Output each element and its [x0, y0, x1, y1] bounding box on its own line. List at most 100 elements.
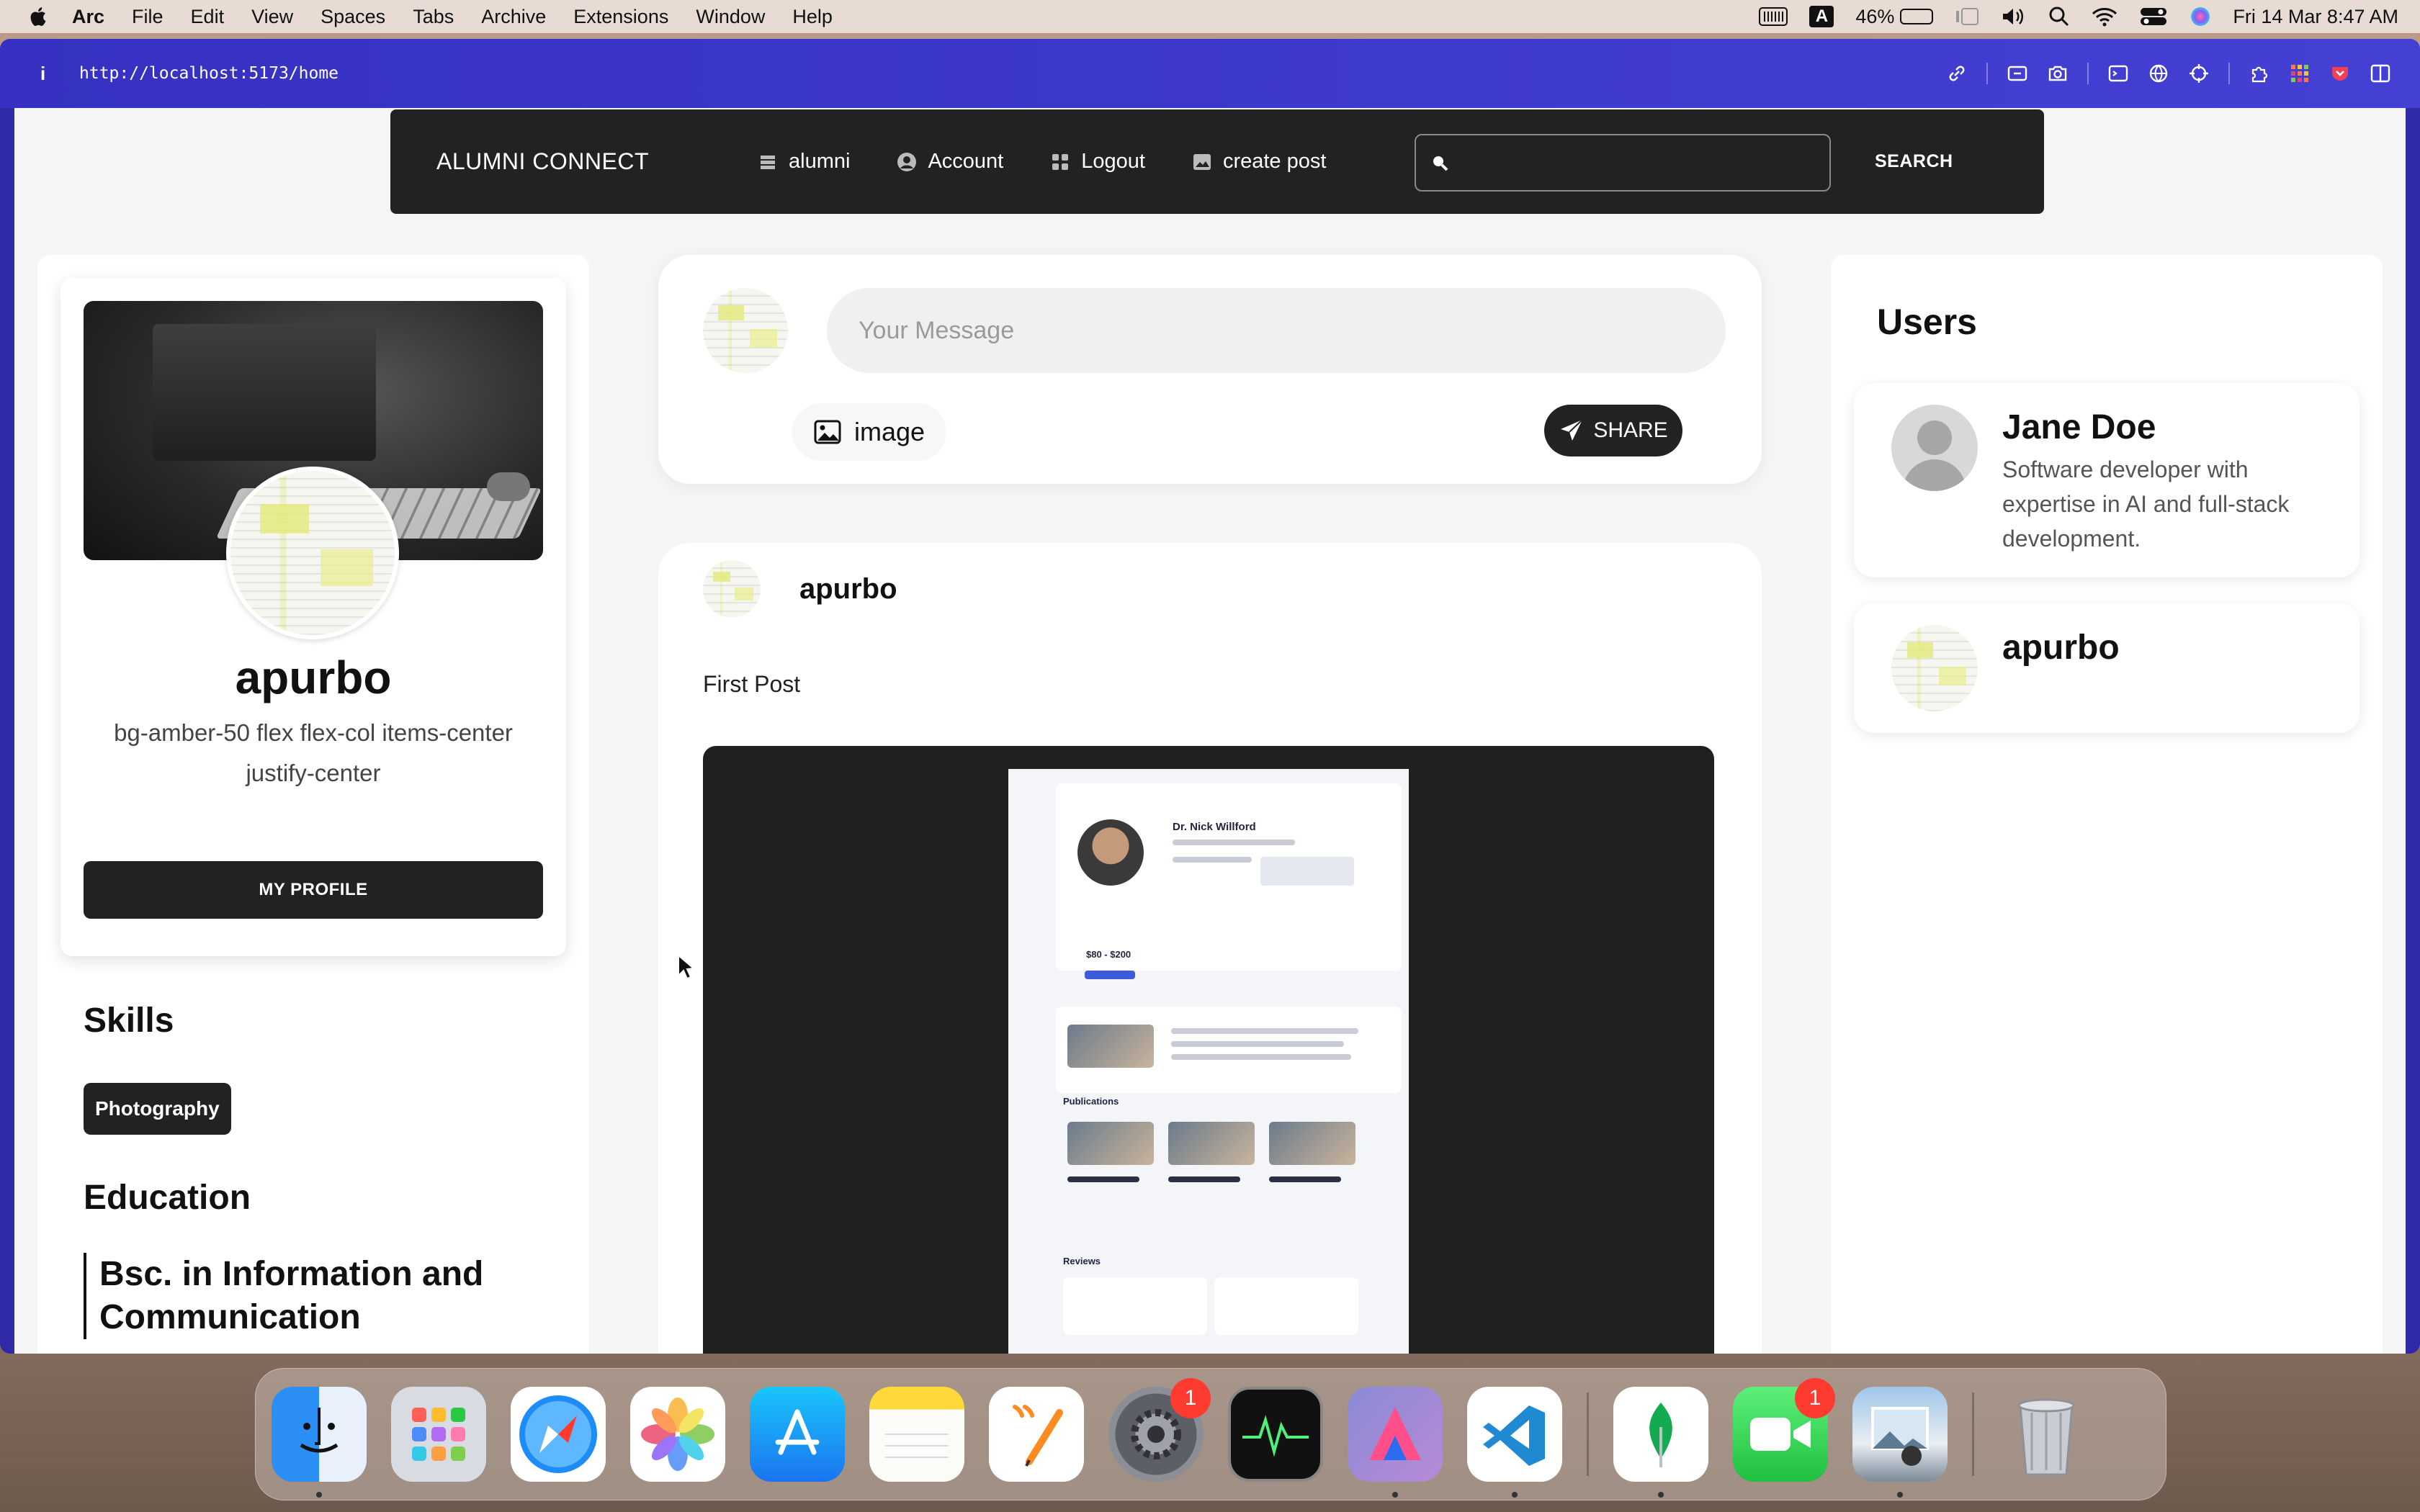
capture-icon[interactable] — [2007, 63, 2028, 84]
add-image-button[interactable]: image — [792, 403, 947, 461]
user-name: apurbo — [2002, 629, 2120, 667]
pocket-icon[interactable] — [2329, 63, 2351, 84]
web-page: ALUMNI CONNECT alumni Account Logout cre… — [14, 108, 2406, 1354]
share-button[interactable]: SHARE — [1544, 405, 1682, 456]
avatar-thumbnail — [703, 560, 761, 618]
post-author-name[interactable]: apurbo — [799, 573, 897, 606]
split-view-icon[interactable] — [2370, 63, 2391, 84]
mock-text-line — [1269, 1176, 1341, 1182]
running-indicator — [316, 1492, 322, 1498]
vscode-icon[interactable] — [1467, 1387, 1562, 1498]
my-profile-button[interactable]: MY PROFILE — [84, 861, 543, 919]
post-image[interactable]: Dr. Nick Willford $80 - $200 Publication… — [703, 746, 1714, 1354]
affinity-icon[interactable] — [1348, 1387, 1443, 1498]
running-indicator — [1897, 1492, 1903, 1498]
system-settings-icon[interactable]: 1 — [1108, 1378, 1211, 1482]
facetime-icon[interactable]: 1 — [1733, 1378, 1835, 1482]
battery-icon — [1900, 9, 1934, 24]
target-icon[interactable] — [2188, 63, 2210, 84]
menu-edit[interactable]: Edit — [191, 6, 225, 28]
skills-heading: Skills — [84, 1002, 174, 1040]
default-user-icon — [1891, 405, 1978, 491]
avatar-thumbnail — [230, 471, 395, 635]
safari-icon[interactable] — [511, 1387, 606, 1482]
nav-account-label: Account — [928, 150, 1004, 173]
search-field[interactable] — [1415, 134, 1831, 192]
post-content: First Post — [703, 671, 801, 697]
profile-avatar[interactable] — [226, 467, 399, 639]
globe-icon[interactable] — [2148, 63, 2169, 84]
extension-puzzle-icon[interactable] — [2249, 63, 2270, 84]
users-panel: Users Jane Doe Software developer with e… — [1831, 255, 2383, 1354]
nav-account-link[interactable]: Account — [896, 150, 1003, 174]
user-avatar — [1891, 625, 1978, 711]
menu-spaces[interactable]: Spaces — [321, 6, 385, 28]
notes-icon[interactable] — [869, 1387, 964, 1482]
menu-window[interactable]: Window — [696, 6, 765, 28]
mock-publication-photo — [1269, 1122, 1355, 1165]
mock-button — [1085, 971, 1135, 979]
search-icon — [1433, 156, 1448, 171]
activity-monitor-icon[interactable] — [1228, 1387, 1323, 1482]
dock-separator — [1587, 1392, 1589, 1476]
site-info-icon[interactable]: i — [40, 63, 55, 85]
skill-chip[interactable]: Photography — [84, 1083, 231, 1135]
education-item: Bsc. in Information and Communication — [84, 1253, 530, 1339]
url-text[interactable]: http://localhost:5173/home — [79, 64, 339, 83]
user-card[interactable]: apurbo — [1854, 603, 2360, 733]
pages-icon[interactable] — [989, 1387, 1084, 1482]
menu-help[interactable]: Help — [792, 6, 833, 28]
spotlight-search-icon[interactable] — [2048, 6, 2070, 27]
mock-price: $80 - $200 — [1086, 949, 1131, 960]
running-indicator — [1658, 1492, 1664, 1498]
wifi-icon[interactable] — [2092, 6, 2118, 27]
volume-icon[interactable] — [2001, 6, 2027, 27]
search-input[interactable] — [1459, 151, 1829, 174]
nav-create-post-link[interactable]: create post — [1191, 150, 1326, 174]
photos-icon[interactable] — [630, 1387, 725, 1482]
mongodb-compass-icon[interactable] — [1613, 1387, 1708, 1498]
siri-icon[interactable] — [2190, 6, 2211, 27]
extension-grid-icon[interactable] — [2289, 63, 2311, 84]
copy-link-icon[interactable] — [1946, 63, 1968, 84]
user-card[interactable]: Jane Doe Software developer with experti… — [1854, 383, 2360, 577]
cover-monitor — [153, 324, 376, 461]
stage-manager-icon[interactable] — [1955, 6, 1979, 27]
mock-doctor-name: Dr. Nick Willford — [1173, 821, 1256, 833]
mock-review-card — [1063, 1277, 1207, 1335]
post-composer: image SHARE — [658, 255, 1762, 484]
app-store-icon[interactable] — [750, 1387, 845, 1482]
input-source-icon[interactable]: A — [1809, 6, 1834, 27]
control-center-icon[interactable] — [2139, 6, 2168, 27]
menu-file[interactable]: File — [132, 6, 163, 28]
menu-tabs[interactable]: Tabs — [413, 6, 454, 28]
preview-icon[interactable] — [1852, 1387, 1948, 1498]
camera-icon[interactable] — [2047, 63, 2069, 84]
nav-logout-link[interactable]: Logout — [1049, 150, 1145, 174]
menu-archive[interactable]: Archive — [481, 6, 546, 28]
users-heading: Users — [1877, 302, 1977, 342]
nav-alumni-link[interactable]: alumni — [757, 150, 850, 174]
user-name: Jane Doe — [2002, 408, 2156, 446]
brand-logo[interactable]: ALUMNI CONNECT — [436, 148, 757, 175]
mock-map — [1260, 857, 1354, 886]
grid-icon — [1052, 153, 1069, 170]
keyboard-brightness-icon[interactable] — [1759, 7, 1788, 26]
post-card: apurbo First Post Dr. Nick Willford $80 … — [658, 543, 1762, 1354]
post-author-avatar[interactable] — [703, 560, 761, 618]
menu-app-name[interactable]: Arc — [72, 6, 104, 28]
menu-view[interactable]: View — [251, 6, 293, 28]
image-icon — [814, 420, 841, 444]
developer-mode-icon[interactable] — [2107, 63, 2129, 84]
message-input[interactable] — [827, 288, 1726, 373]
trash-icon[interactable] — [1999, 1387, 2094, 1482]
search-button[interactable]: SEARCH — [1875, 109, 1953, 214]
battery-status[interactable]: 46% — [1855, 6, 1934, 28]
apple-logo-icon[interactable] — [27, 6, 48, 27]
launchpad-icon[interactable] — [391, 1387, 486, 1482]
mouse-pointer-icon — [678, 954, 694, 980]
menubar-clock[interactable]: Fri 14 Mar 8:47 AM — [2233, 6, 2398, 28]
menu-extensions[interactable]: Extensions — [573, 6, 668, 28]
status-area: A 46% Fri 14 Mar 8:47 AM — [1737, 0, 2420, 33]
finder-icon[interactable] — [272, 1387, 367, 1498]
